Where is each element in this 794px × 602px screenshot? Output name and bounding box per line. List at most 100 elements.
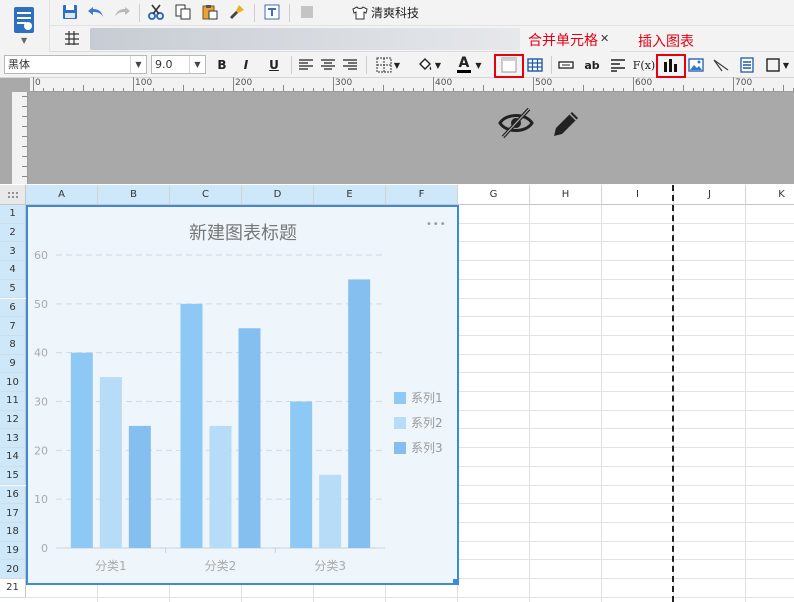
ruler-tick [83, 85, 84, 91]
column-header-k[interactable]: K [746, 185, 794, 205]
ruler-tick [143, 88, 144, 91]
sheet-grid-icon[interactable] [64, 30, 80, 49]
formula-button[interactable]: F(x) [632, 56, 656, 74]
select-all-corner[interactable] [0, 185, 26, 205]
table-button[interactable] [525, 56, 545, 74]
tab-merge-cells[interactable]: 合并单元格 ✕ [520, 26, 610, 52]
x-tick-label: 分类3 [314, 559, 346, 573]
row-header-12[interactable]: 12 [0, 410, 26, 430]
row-header-8[interactable]: 8 [0, 335, 26, 355]
ruler-tick [153, 88, 154, 91]
align-center-icon [321, 59, 335, 70]
font-size-value: 9.0 [155, 58, 173, 71]
insert-image-button[interactable] [686, 56, 706, 74]
undo-icon[interactable] [86, 2, 106, 22]
row-header-7[interactable]: 7 [0, 317, 26, 336]
column-header-f[interactable]: F [386, 185, 458, 205]
y-tick-label: 30 [34, 396, 48, 409]
ruler-tick [333, 77, 334, 91]
text-button[interactable]: ab [582, 56, 602, 74]
toolbar-separator [254, 4, 255, 22]
text-field-button[interactable] [556, 56, 576, 74]
row-header-21[interactable]: 21 [0, 579, 26, 598]
column-header-d[interactable]: D [242, 185, 314, 205]
row-header-9[interactable]: 9 [0, 354, 26, 374]
resize-handle[interactable] [453, 579, 459, 585]
sub-report-button[interactable] [738, 56, 756, 74]
row-header-3[interactable]: 3 [0, 242, 26, 262]
column-header-e[interactable]: E [314, 185, 386, 205]
more-border-button[interactable]: ▼ [762, 56, 792, 74]
ruler-tick [683, 85, 684, 91]
chart-widget[interactable]: 新建图表标题 ••• 0 10 20 30 40 50 60 分类1 分类2 分类3 系列1 系列2… [26, 205, 459, 585]
row-header-14[interactable]: 14 [0, 448, 26, 467]
hide-eye-icon[interactable] [498, 106, 534, 143]
bar-2-3 [319, 474, 342, 548]
paste-icon[interactable] [200, 2, 220, 22]
bold-button[interactable]: B [214, 56, 230, 74]
row-header-13[interactable]: 13 [0, 429, 26, 449]
row-header-11[interactable]: 11 [0, 392, 26, 411]
column-header-a[interactable]: A [26, 185, 98, 205]
toolbar-separator [551, 56, 552, 74]
save-icon[interactable] [60, 2, 80, 22]
row-header-10[interactable]: 10 [0, 373, 26, 392]
chevron-down-icon: ▼ [434, 60, 442, 70]
font-size-select[interactable]: 9.0 ▼ [151, 55, 206, 74]
paragraph-button[interactable] [608, 56, 628, 74]
font-color-button[interactable]: A ▼ [452, 56, 486, 74]
row-header-6[interactable]: 6 [0, 298, 26, 318]
column-header-j[interactable]: J [674, 185, 746, 205]
align-left-button[interactable] [298, 56, 314, 74]
horizontal-ruler: 0 100 200 300 400 500 600 700 [30, 77, 794, 92]
app-logo[interactable]: ▼ [0, 0, 50, 52]
tab-report-file[interactable] [90, 28, 520, 50]
ruler-tick [653, 88, 654, 91]
row-header-20[interactable]: 20 [0, 560, 26, 579]
row-header-16[interactable]: 16 [0, 485, 26, 505]
copy-icon[interactable] [173, 2, 193, 22]
row-header-18[interactable]: 18 [0, 522, 26, 542]
format-brush-icon[interactable] [227, 2, 247, 22]
underline-button[interactable]: U [266, 56, 282, 74]
ruler-tick [733, 77, 734, 91]
row-header-5[interactable]: 5 [0, 279, 26, 299]
row-header-4[interactable]: 4 [0, 261, 26, 280]
close-icon[interactable]: ✕ [600, 32, 609, 45]
row-header-15[interactable]: 15 [0, 466, 26, 486]
legend-item[interactable]: 系列3 [394, 439, 443, 456]
ruler-tick [33, 77, 34, 91]
bar-1-2 [180, 303, 203, 548]
text-preview-icon[interactable] [262, 2, 282, 22]
stamp-icon[interactable] [297, 2, 317, 22]
border-button[interactable]: ▼ [373, 56, 403, 74]
cut-icon[interactable] [146, 2, 166, 22]
align-center-button[interactable] [320, 56, 336, 74]
italic-button[interactable]: I [238, 56, 254, 74]
edit-pencil-icon[interactable] [550, 108, 582, 143]
highlight-insert-chart [656, 54, 686, 78]
row-header-17[interactable]: 17 [0, 504, 26, 523]
ruler-tick [313, 88, 314, 91]
brand-button[interactable]: 清爽科技 [352, 4, 419, 21]
legend-item[interactable]: 系列1 [394, 389, 443, 406]
chevron-down-icon: ▼ [475, 60, 482, 70]
column-header-c[interactable]: C [170, 185, 242, 205]
row-header-19[interactable]: 19 [0, 541, 26, 561]
row-header-1[interactable]: 1 [0, 205, 26, 224]
column-header-g[interactable]: G [458, 185, 530, 205]
ruler-tick [22, 146, 27, 147]
row-header-2[interactable]: 2 [0, 223, 26, 243]
font-family-select[interactable]: 黑体 ▼ [4, 55, 147, 74]
legend-item[interactable]: 系列2 [394, 414, 443, 431]
ruler-label: 500 [535, 78, 553, 88]
table-icon [527, 58, 543, 72]
ruler-tick [123, 88, 124, 91]
column-header-b[interactable]: B [98, 185, 170, 205]
fill-color-button[interactable]: ▼ [413, 56, 445, 74]
redo-icon[interactable] [112, 2, 132, 22]
column-header-i[interactable]: I [602, 185, 674, 205]
slash-cell-button[interactable] [711, 56, 731, 74]
align-right-button[interactable] [342, 56, 358, 74]
column-header-h[interactable]: H [530, 185, 602, 205]
